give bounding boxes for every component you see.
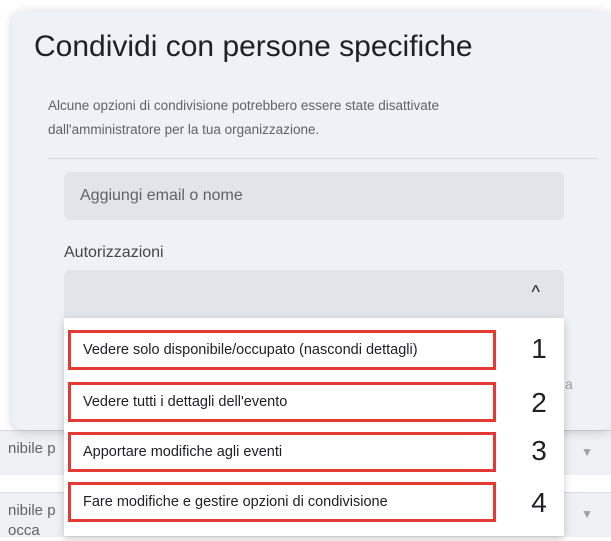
option-number: 2	[531, 387, 547, 418]
option-number: 3	[531, 435, 547, 466]
menu-option-label: Vedere tutti i dettagli dell'evento	[83, 394, 288, 410]
menu-option-label: Vedere solo disponibile/occupato (nascon…	[83, 342, 418, 358]
menu-option-label: Fare modifiche e gestire opzioni di cond…	[83, 494, 388, 510]
option-number: 4	[531, 487, 547, 518]
background-row-text: nibile p	[8, 440, 56, 457]
option-number: 1	[531, 333, 547, 364]
admin-note: Alcune opzioni di condivisione potrebber…	[48, 98, 439, 137]
menu-option-all-details[interactable]: Vedere tutti i dettagli dell'evento	[68, 382, 496, 422]
dialog-title: Condividi con persone specifiche	[34, 30, 473, 63]
background-row-text: nibile p occa	[8, 502, 56, 539]
menu-option-label: Apportare modifiche agli eventi	[83, 444, 283, 460]
menu-option-edit-events[interactable]: Apportare modifiche agli eventi	[68, 432, 496, 472]
email-placeholder: Aggiungi email o nome	[80, 187, 243, 204]
permissions-select[interactable]: ^	[64, 270, 564, 318]
permissions-menu: Vedere solo disponibile/occupato (nascon…	[64, 318, 564, 536]
dropdown-arrow-icon: ▼	[581, 507, 593, 521]
chevron-up-icon[interactable]: ^	[532, 282, 540, 303]
email-input[interactable]: Aggiungi email o nome	[64, 172, 564, 220]
truncated-text: a	[565, 376, 573, 392]
menu-option-manage-sharing[interactable]: Fare modifiche e gestire opzioni di cond…	[68, 482, 496, 522]
dropdown-arrow-icon: ▼	[581, 445, 593, 459]
permissions-label: Autorizzazioni	[64, 244, 164, 261]
divider	[48, 158, 598, 159]
menu-option-availability[interactable]: Vedere solo disponibile/occupato (nascon…	[68, 330, 496, 370]
